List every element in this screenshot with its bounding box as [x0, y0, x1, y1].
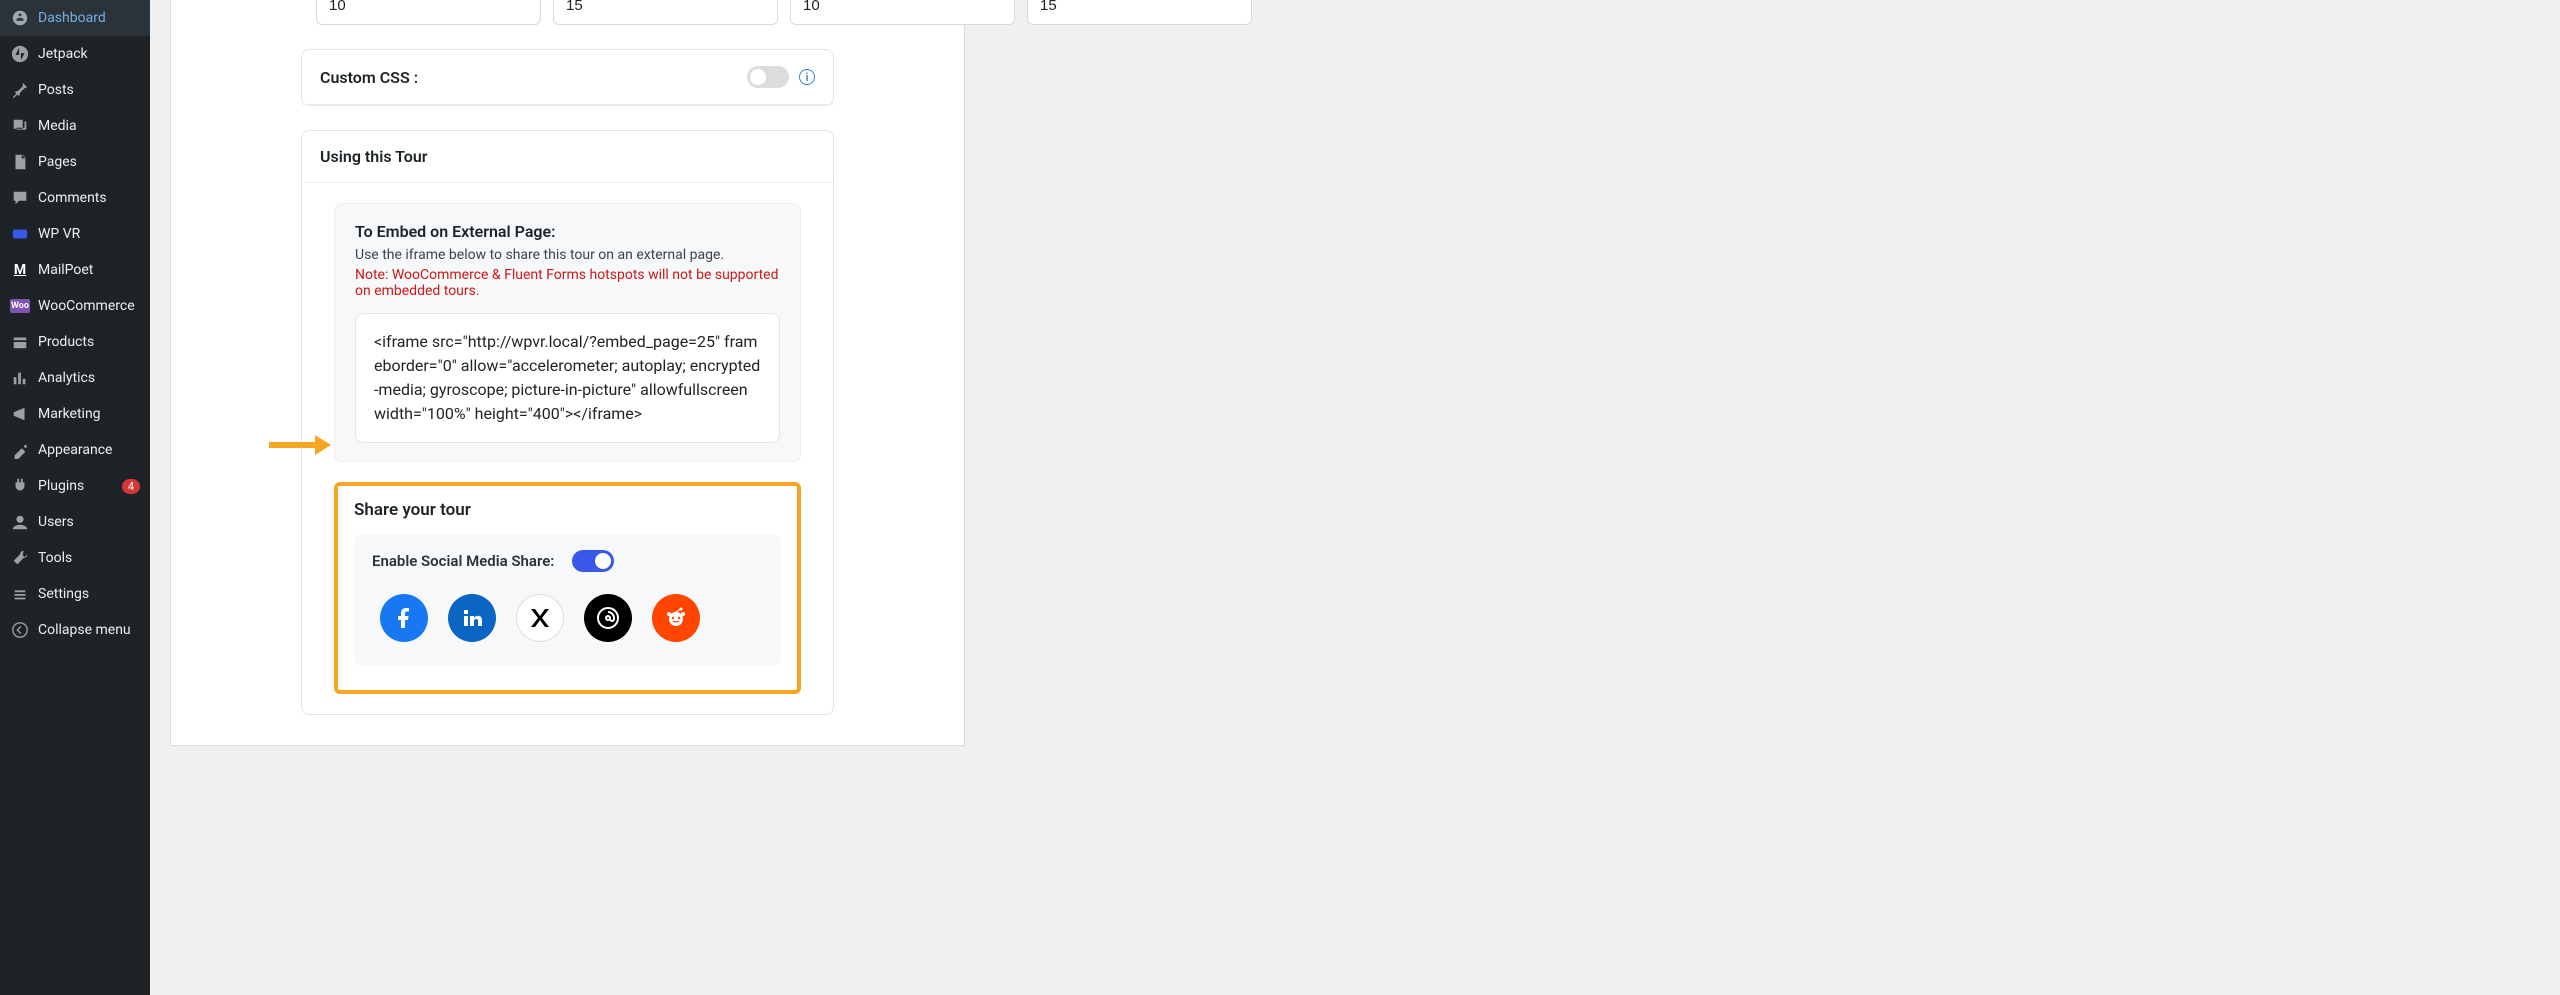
- appearance-icon: [10, 440, 30, 460]
- sidebar-label: Settings: [38, 586, 140, 602]
- share-section: Share your tour Enable Social Media Shar…: [334, 482, 801, 694]
- sidebar-item-media[interactable]: Media: [0, 108, 150, 144]
- sidebar-item-appearance[interactable]: Appearance: [0, 432, 150, 468]
- sidebar-item-woocommerce[interactable]: Woo WooCommerce: [0, 288, 150, 324]
- plugins-icon: [10, 476, 30, 496]
- share-enable-toggle[interactable]: [572, 550, 614, 572]
- sidebar-item-comments[interactable]: Comments: [0, 180, 150, 216]
- spacing-top-input[interactable]: [316, 0, 541, 25]
- sidebar-label: MailPoet: [38, 262, 140, 278]
- sidebar-label: Plugins: [38, 478, 110, 494]
- custom-css-title: Custom CSS :: [320, 68, 418, 87]
- sidebar-label: Media: [38, 118, 140, 134]
- embed-note: Note: WooCommerce & Fluent Forms hotspot…: [355, 267, 780, 299]
- comments-icon: [10, 188, 30, 208]
- reddit-icon[interactable]: [652, 594, 700, 642]
- media-icon: [10, 116, 30, 136]
- plugins-update-badge: 4: [122, 479, 140, 494]
- sidebar-label: Appearance: [38, 442, 140, 458]
- using-tour-card: Using this Tour To Embed on External Pag…: [301, 130, 834, 715]
- custom-css-toggle[interactable]: [747, 66, 789, 88]
- users-icon: [10, 512, 30, 532]
- sidebar-label: Analytics: [38, 370, 140, 386]
- custom-css-card: Custom CSS : i: [301, 49, 834, 106]
- sidebar-item-analytics[interactable]: Analytics: [0, 360, 150, 396]
- products-icon: [10, 332, 30, 352]
- share-title: Share your tour: [354, 500, 781, 520]
- sidebar-item-products[interactable]: Products: [0, 324, 150, 360]
- analytics-icon: [10, 368, 30, 388]
- sidebar-label: Users: [38, 514, 140, 530]
- sidebar-item-users[interactable]: Users: [0, 504, 150, 540]
- embed-subtitle: Use the iframe below to share this tour …: [355, 247, 780, 263]
- marketing-icon: [10, 404, 30, 424]
- spacing-bottom-input[interactable]: [790, 0, 1015, 25]
- sidebar-item-settings[interactable]: Settings: [0, 576, 150, 612]
- settings-icon: [10, 584, 30, 604]
- spacing-controls: Top Right Bottom Left: [171, 0, 964, 25]
- callout-arrow-icon: [269, 435, 331, 455]
- sidebar-label: Collapse menu: [38, 622, 140, 638]
- sidebar-label: Pages: [38, 154, 140, 170]
- pages-icon: [10, 152, 30, 172]
- sidebar-label: Products: [38, 334, 140, 350]
- social-icons-row: [372, 594, 763, 642]
- embed-title: To Embed on External Page:: [355, 222, 780, 241]
- sidebar-item-posts[interactable]: Posts: [0, 72, 150, 108]
- settings-panel: Top Right Bottom Left Custom CSS :: [170, 0, 965, 746]
- email-icon[interactable]: [584, 594, 632, 642]
- using-tour-title: Using this Tour: [320, 147, 428, 166]
- sidebar-label: WooCommerce: [38, 298, 140, 314]
- tools-icon: [10, 548, 30, 568]
- sidebar-label: Dashboard: [38, 10, 140, 26]
- linkedin-icon[interactable]: [448, 594, 496, 642]
- woocommerce-icon: Woo: [10, 296, 30, 316]
- jetpack-icon: [10, 44, 30, 64]
- spacing-left-input[interactable]: [1027, 0, 1252, 25]
- x-twitter-icon[interactable]: [516, 594, 564, 642]
- sidebar-item-jetpack[interactable]: Jetpack: [0, 36, 150, 72]
- sidebar-label: Marketing: [38, 406, 140, 422]
- sidebar-label: Tools: [38, 550, 140, 566]
- iframe-code-box[interactable]: <iframe src="http://wpvr.local/?embed_pa…: [355, 313, 780, 443]
- mailpoet-icon: M: [10, 260, 30, 280]
- sidebar-item-pages[interactable]: Pages: [0, 144, 150, 180]
- pin-icon: [10, 80, 30, 100]
- spacing-right-input[interactable]: [553, 0, 778, 25]
- sidebar-label: WP VR: [38, 226, 140, 242]
- content-area: Top Right Bottom Left Custom CSS :: [150, 0, 2560, 995]
- dashboard-icon: [10, 8, 30, 28]
- embed-panel: To Embed on External Page: Use the ifram…: [334, 203, 801, 462]
- share-enable-label: Enable Social Media Share:: [372, 552, 554, 570]
- facebook-icon[interactable]: [380, 594, 428, 642]
- sidebar-item-plugins[interactable]: Plugins 4: [0, 468, 150, 504]
- sidebar-label: Posts: [38, 82, 140, 98]
- sidebar-item-mailpoet[interactable]: M MailPoet: [0, 252, 150, 288]
- sidebar-label: Jetpack: [38, 46, 140, 62]
- sidebar-item-collapse[interactable]: Collapse menu: [0, 612, 150, 648]
- sidebar-item-dashboard[interactable]: Dashboard: [0, 0, 150, 36]
- wpvr-icon: [10, 224, 30, 244]
- sidebar-item-tools[interactable]: Tools: [0, 540, 150, 576]
- info-icon[interactable]: i: [799, 69, 815, 85]
- admin-sidebar: Dashboard Jetpack Posts Media Pages Comm…: [0, 0, 150, 995]
- sidebar-item-marketing[interactable]: Marketing: [0, 396, 150, 432]
- collapse-icon: [10, 620, 30, 640]
- sidebar-label: Comments: [38, 190, 140, 206]
- sidebar-item-wpvr[interactable]: WP VR: [0, 216, 150, 252]
